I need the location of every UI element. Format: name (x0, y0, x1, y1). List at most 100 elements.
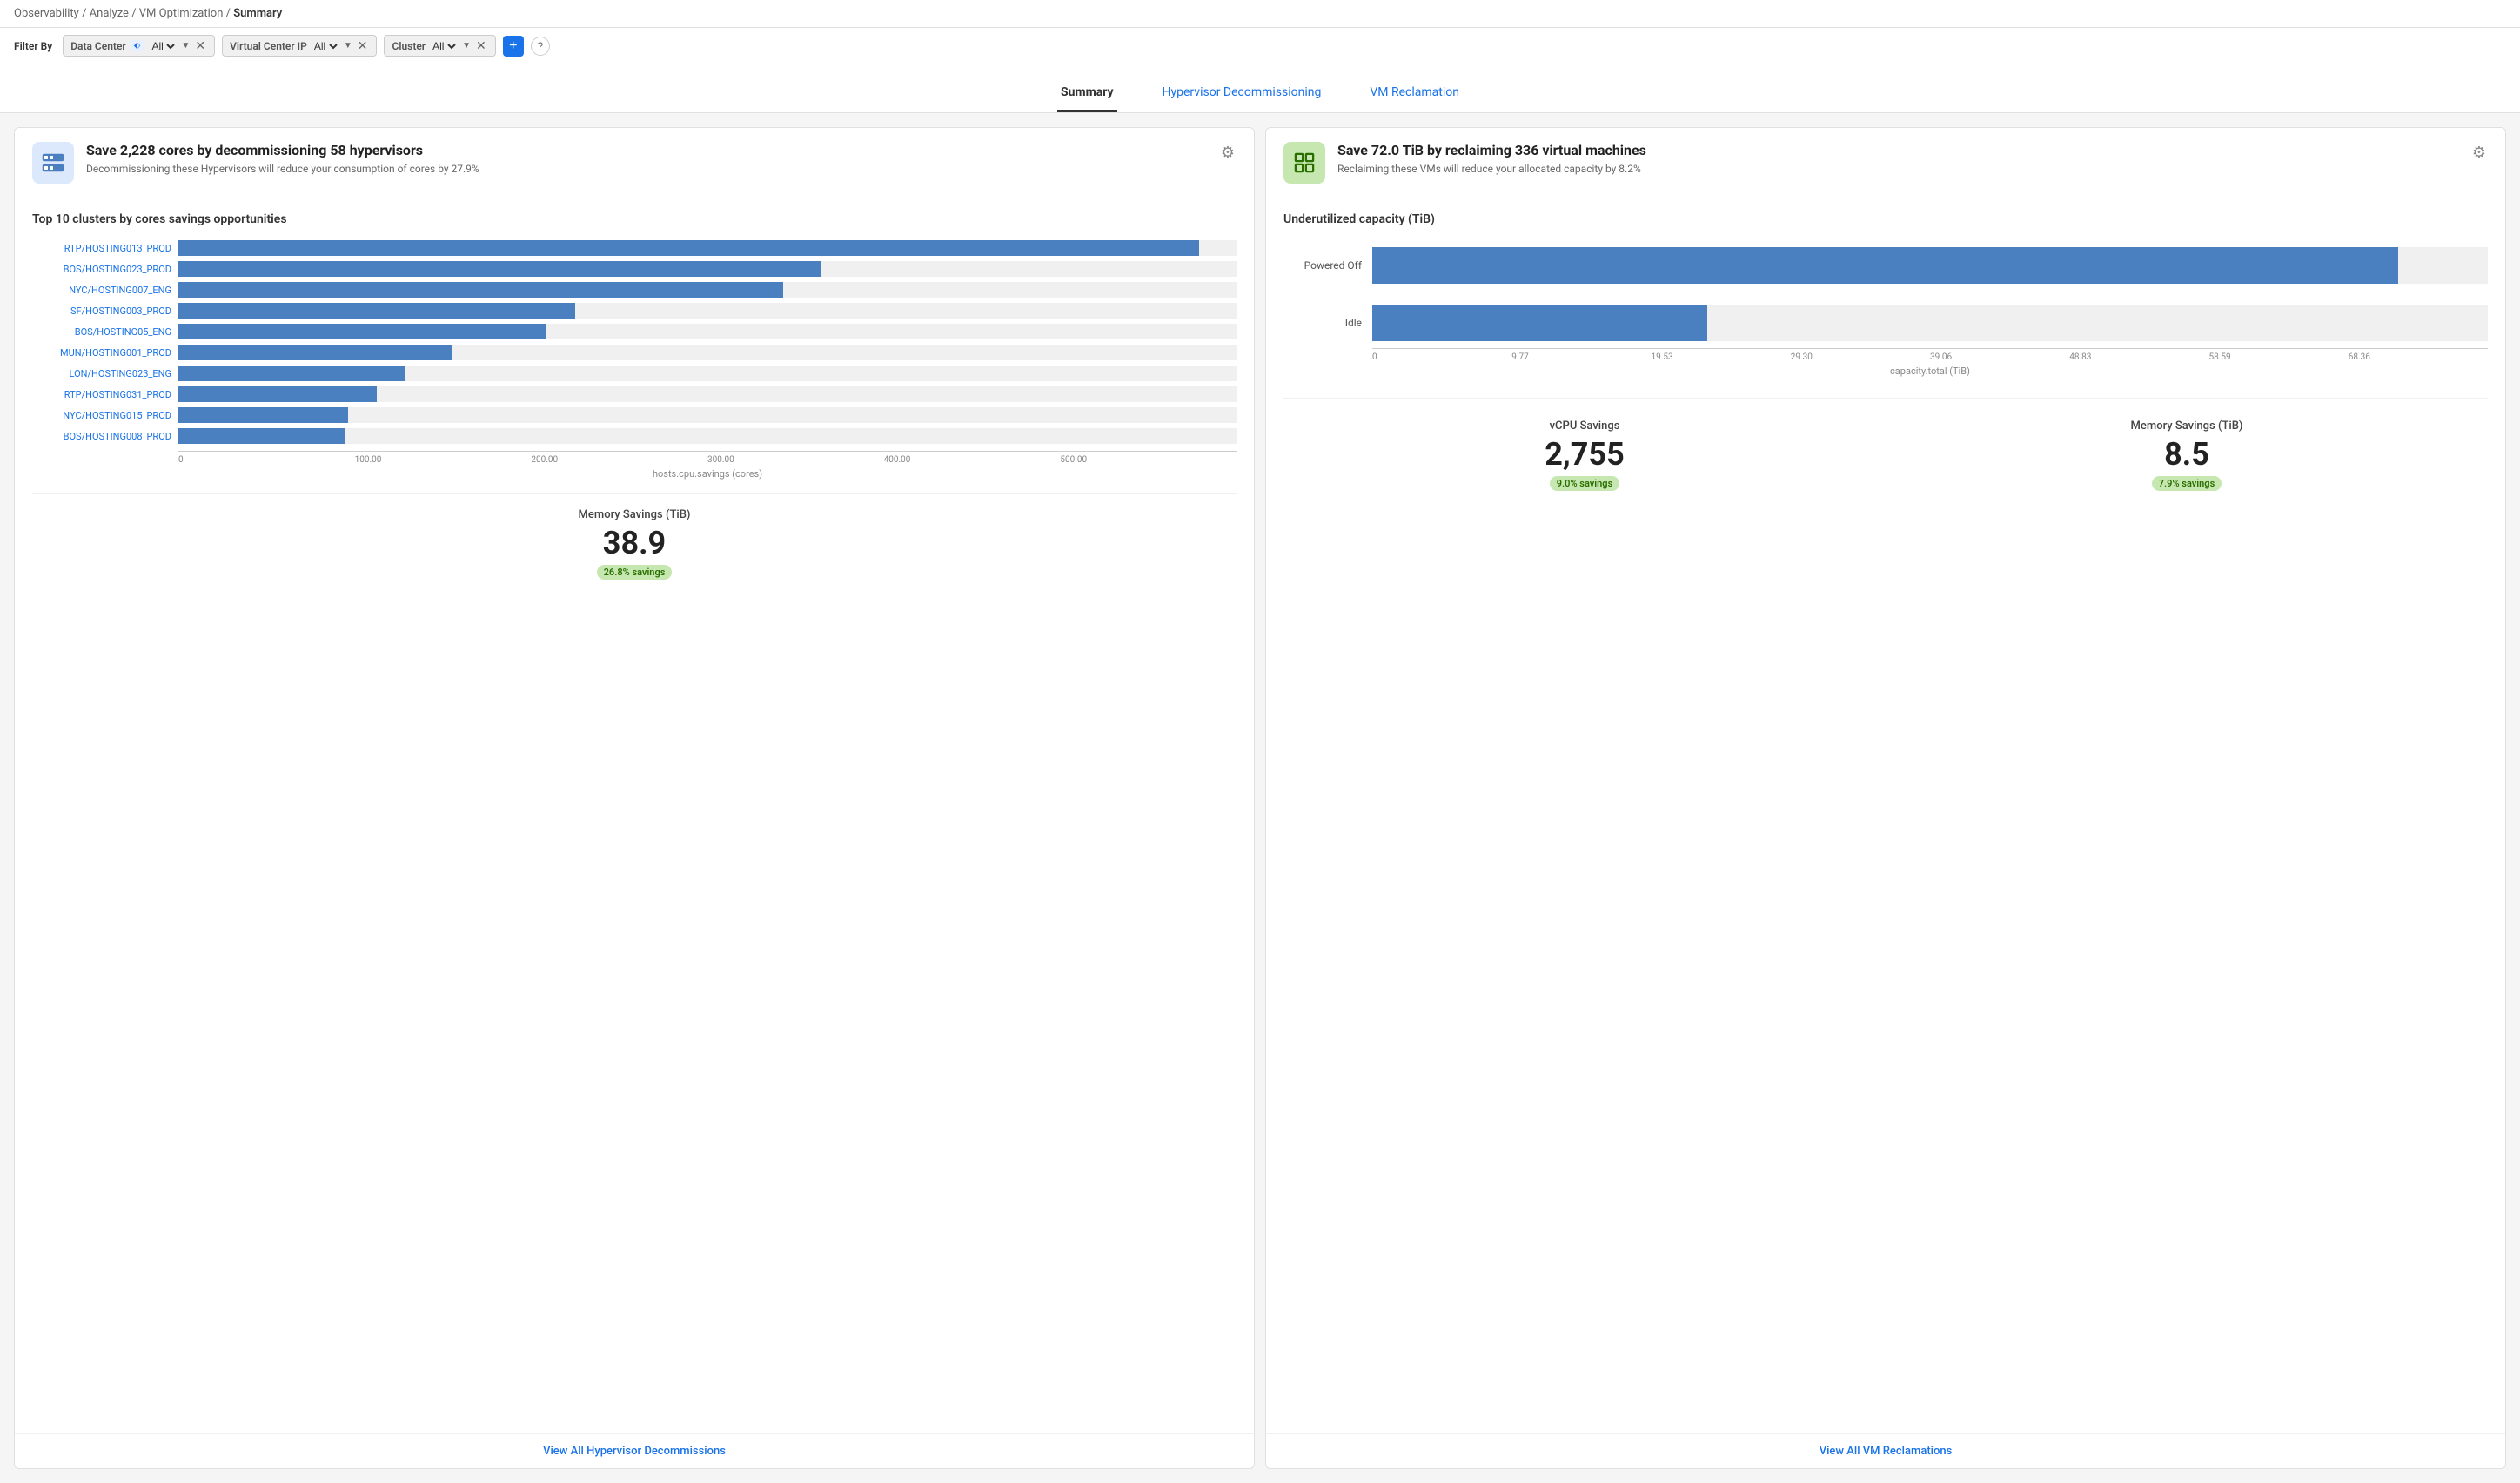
view-all-vm-link[interactable]: View All VM Reclamations (1266, 1433, 2505, 1468)
right-panel-title: Save 72.0 TiB by reclaiming 336 virtual … (1337, 142, 2458, 160)
filter-virtual-center-ip-select[interactable]: All (311, 39, 340, 53)
breadcrumb-vm-optimization[interactable]: VM Optimization (139, 7, 224, 20)
filter-virtual-center-ip-close[interactable]: ✕ (356, 38, 370, 53)
bar-label[interactable]: RTP/HOSTING031_PROD (32, 389, 171, 400)
bar-row: LON/HOSTING023_ENG (32, 366, 1237, 381)
filter-data-center-select[interactable]: All (148, 39, 178, 53)
filter-cluster-close[interactable]: ✕ (474, 38, 488, 53)
left-panel-icon (32, 142, 74, 184)
bar-row: NYC/HOSTING007_ENG (32, 282, 1237, 298)
bar-label[interactable]: MUN/HOSTING001_PROD (32, 347, 171, 359)
bar-row: MUN/HOSTING001_PROD (32, 345, 1237, 360)
bar-row: BOS/HOSTING023_PROD (32, 261, 1237, 277)
bar-fill (178, 428, 345, 444)
filter-by-label: Filter By (14, 40, 52, 52)
main-content: Save 2,228 cores by decommissioning 58 h… (0, 113, 2520, 1483)
savings-cell-value: 2,755 (1290, 438, 1879, 473)
hypervisor-icon (39, 149, 67, 177)
filter-help-button[interactable]: ? (531, 37, 550, 56)
bar-row: NYC/HOSTING015_PROD (32, 407, 1237, 423)
bar-track (178, 261, 1237, 277)
bar-row: RTP/HOSTING013_PROD (32, 240, 1237, 256)
x-tick: 200.00 (531, 455, 707, 465)
view-all-hypervisor-link[interactable]: View All Hypervisor Decommissions (15, 1433, 1254, 1468)
bar-label[interactable]: NYC/HOSTING015_PROD (32, 410, 171, 421)
filter-cluster-arrow: ▼ (462, 41, 471, 50)
h-x-tick: 29.30 (1791, 352, 1930, 362)
bar-label[interactable]: BOS/HOSTING023_PROD (32, 264, 171, 275)
bar-track (178, 324, 1237, 339)
x-tick: 0 (178, 455, 355, 465)
left-panel-subtitle: Decommissioning these Hypervisors will r… (86, 163, 1207, 175)
h-x-tick: 48.83 (2069, 352, 2208, 362)
bar-track (178, 428, 1237, 444)
h-bar-label: Idle (1283, 317, 1362, 329)
right-x-axis: 09.7719.5329.3039.0648.8358.5968.36 (1372, 348, 2488, 362)
right-panel-subtitle: Reclaiming these VMs will reduce your al… (1337, 163, 2458, 175)
right-panel-header: Save 72.0 TiB by reclaiming 336 virtual … (1266, 128, 2505, 198)
h-bar-row: Idle (1283, 305, 2488, 341)
right-panel: Save 72.0 TiB by reclaiming 336 virtual … (1265, 127, 2506, 1469)
h-bar-track (1372, 305, 2488, 341)
h-bar-fill (1372, 247, 2398, 284)
bar-track (178, 345, 1237, 360)
x-tick: 100.00 (355, 455, 532, 465)
right-panel-body: Underutilized capacity (TiB) Powered Off… (1266, 198, 2505, 1426)
filter-data-center-close[interactable]: ✕ (193, 38, 207, 53)
tag-icon: ⬖ (134, 41, 141, 50)
breadcrumb-analyze[interactable]: Analyze (90, 7, 129, 20)
h-x-tick: 58.59 (2209, 352, 2349, 362)
h-bar-row: Powered Off (1283, 247, 2488, 284)
bar-fill (178, 282, 783, 298)
bar-label[interactable]: LON/HOSTING023_ENG (32, 368, 171, 379)
bar-fill (178, 303, 575, 319)
x-tick: 400.00 (884, 455, 1061, 465)
right-panel-icon (1283, 142, 1325, 184)
tab-hypervisor-decommissioning[interactable]: Hypervisor Decommissioning (1159, 78, 1325, 112)
right-savings-grid: vCPU Savings 2,755 9.0% savings Memory S… (1283, 398, 2488, 498)
filter-virtual-center-ip-arrow: ▼ (344, 41, 352, 50)
h-bar-track (1372, 247, 2488, 284)
savings-cell-label: Memory Savings (TiB) (1893, 419, 2481, 433)
right-panel-header-text: Save 72.0 TiB by reclaiming 336 virtual … (1337, 142, 2458, 175)
bar-track (178, 282, 1237, 298)
left-memory-savings: Memory Savings (TiB) 38.9 26.8% savings (32, 493, 1237, 580)
left-panel-settings-button[interactable]: ⚙ (1219, 142, 1237, 164)
left-panel-body: Top 10 clusters by cores savings opportu… (15, 198, 1254, 1426)
breadcrumb-current: Summary (233, 7, 282, 20)
left-memory-savings-label: Memory Savings (TiB) (32, 508, 1237, 521)
bar-label[interactable]: BOS/HOSTING05_ENG (32, 326, 171, 338)
bar-label[interactable]: SF/HOSTING003_PROD (32, 305, 171, 317)
filter-add-button[interactable]: + (503, 36, 524, 57)
left-x-axis: 0100.00200.00300.00400.00500.00 (178, 451, 1237, 465)
tab-vm-reclamation[interactable]: VM Reclamation (1366, 78, 1463, 112)
h-bar-fill (1372, 305, 1707, 341)
bar-row: SF/HOSTING003_PROD (32, 303, 1237, 319)
tabs-bar: Summary Hypervisor Decommissioning VM Re… (0, 64, 2520, 113)
savings-cell-badge: 7.9% savings (2152, 476, 2222, 491)
h-x-tick: 0 (1372, 352, 1511, 362)
right-panel-settings-button[interactable]: ⚙ (2470, 142, 2488, 164)
bar-fill (178, 386, 377, 402)
tab-summary[interactable]: Summary (1057, 78, 1117, 112)
bar-label[interactable]: RTP/HOSTING013_PROD (32, 243, 171, 254)
bar-track (178, 386, 1237, 402)
breadcrumb-observability[interactable]: Observability (14, 7, 79, 20)
h-x-tick: 68.36 (2349, 352, 2488, 362)
x-tick: 500.00 (1060, 455, 1237, 465)
bar-fill (178, 366, 405, 381)
bar-label[interactable]: NYC/HOSTING007_ENG (32, 285, 171, 296)
bar-fill (178, 407, 348, 423)
savings-cell: vCPU Savings 2,755 9.0% savings (1283, 413, 1886, 498)
h-x-tick: 39.06 (1930, 352, 2069, 362)
x-tick: 300.00 (707, 455, 884, 465)
left-bar-chart: RTP/HOSTING013_PROD BOS/HOSTING023_PROD … (32, 240, 1237, 444)
filter-cluster-select[interactable]: All (429, 39, 459, 53)
h-x-tick: 19.53 (1652, 352, 1791, 362)
bar-row: RTP/HOSTING031_PROD (32, 386, 1237, 402)
left-panel-header: Save 2,228 cores by decommissioning 58 h… (15, 128, 1254, 198)
bar-track (178, 407, 1237, 423)
bar-label[interactable]: BOS/HOSTING008_PROD (32, 431, 171, 442)
h-x-tick: 9.77 (1511, 352, 1651, 362)
breadcrumb: Observability / Analyze / VM Optimizatio… (0, 0, 2520, 28)
